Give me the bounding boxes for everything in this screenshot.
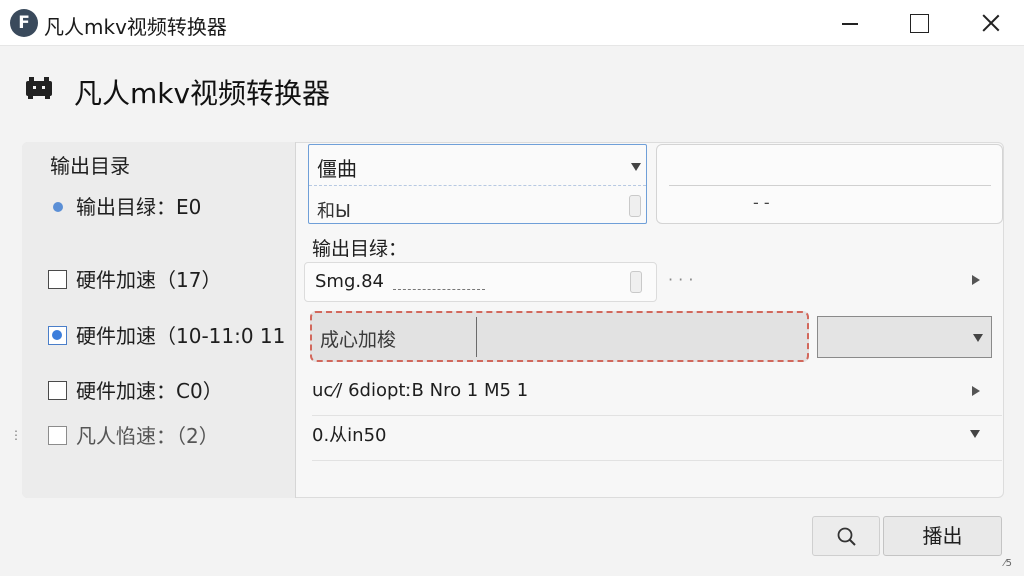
hw-accel-label-2: 硬件加速（10-11:0 11 bbox=[76, 324, 286, 348]
chevron-down-icon[interactable] bbox=[970, 430, 980, 438]
section-label-output-dir: 输出目录 bbox=[50, 154, 130, 178]
preview-box: - - bbox=[656, 144, 1003, 224]
search-icon bbox=[837, 527, 856, 546]
path-underline bbox=[393, 289, 485, 290]
format-dropdown[interactable]: 僵曲 和Ы bbox=[308, 144, 647, 224]
hw-accel-label-1: 硬件加速（17） bbox=[76, 268, 222, 292]
search-button[interactable] bbox=[812, 516, 880, 556]
format-dropdown-value: 僵曲 bbox=[317, 157, 357, 181]
bitrate-row-text: 0.从in50 bbox=[312, 425, 387, 446]
title-bar: F 凡人mkv视频转换器 bbox=[0, 0, 1024, 46]
scrollbar-thumb[interactable] bbox=[629, 195, 641, 217]
hw-accel-checkbox-1[interactable] bbox=[48, 270, 67, 289]
format-dropdown-secondary: 和Ы bbox=[317, 201, 351, 222]
hw-accel-radio-2[interactable] bbox=[48, 326, 67, 345]
maximize-button[interactable] bbox=[886, 0, 950, 46]
row-divider bbox=[312, 415, 1002, 416]
bullet-icon bbox=[53, 202, 63, 212]
output-path-more: · · · bbox=[668, 270, 694, 289]
accel-field[interactable]: 成心加梭 bbox=[310, 311, 809, 362]
scrollbar-thumb[interactable] bbox=[630, 271, 642, 293]
divider bbox=[309, 185, 646, 186]
output-path-input[interactable]: Smg.84 bbox=[304, 262, 657, 302]
fanren-speed-checkbox[interactable] bbox=[48, 426, 67, 445]
output-path-label: 输出目绿： bbox=[312, 238, 408, 260]
output-path-value: Smg.84 bbox=[315, 271, 385, 292]
resize-grip: ⋮ bbox=[10, 428, 22, 442]
chevron-down-icon bbox=[631, 163, 641, 171]
chevron-down-icon bbox=[973, 334, 983, 342]
minimize-button[interactable] bbox=[816, 0, 880, 46]
codec-row[interactable]: uc⁄/ 6dioptːB Nro 1 M5 1 bbox=[312, 376, 1002, 416]
window-title: 凡人mkv视频转换器 bbox=[44, 15, 227, 39]
hw-accel-label-3: 硬件加速：C0） bbox=[76, 379, 223, 403]
corner-mark: ⁄5 bbox=[1004, 558, 1013, 569]
preview-placeholder: - - bbox=[753, 193, 770, 212]
field-divider bbox=[476, 317, 477, 357]
chevron-right-icon[interactable] bbox=[972, 275, 980, 285]
gamepad-icon bbox=[26, 77, 52, 99]
accel-label: 成心加梭 bbox=[320, 329, 397, 351]
row-divider bbox=[312, 460, 1002, 461]
hw-accel-checkbox-3[interactable] bbox=[48, 381, 67, 400]
close-button[interactable] bbox=[958, 0, 1022, 46]
output-dir-label: 输出目绿：E0 bbox=[76, 195, 202, 219]
app-logo-icon: F bbox=[10, 9, 38, 37]
chevron-right-icon[interactable] bbox=[972, 386, 980, 396]
bitrate-row[interactable]: 0.从in50 bbox=[312, 421, 1002, 461]
codec-row-text: uc⁄/ 6dioptːB Nro 1 M5 1 bbox=[312, 380, 529, 401]
page-title: 凡人mkv视频转换器 bbox=[74, 77, 331, 110]
accel-select[interactable] bbox=[817, 316, 992, 358]
export-button[interactable]: 播出 bbox=[883, 516, 1002, 556]
fanren-speed-label: 凡人惂速：（2） bbox=[76, 424, 219, 448]
divider bbox=[669, 185, 991, 186]
